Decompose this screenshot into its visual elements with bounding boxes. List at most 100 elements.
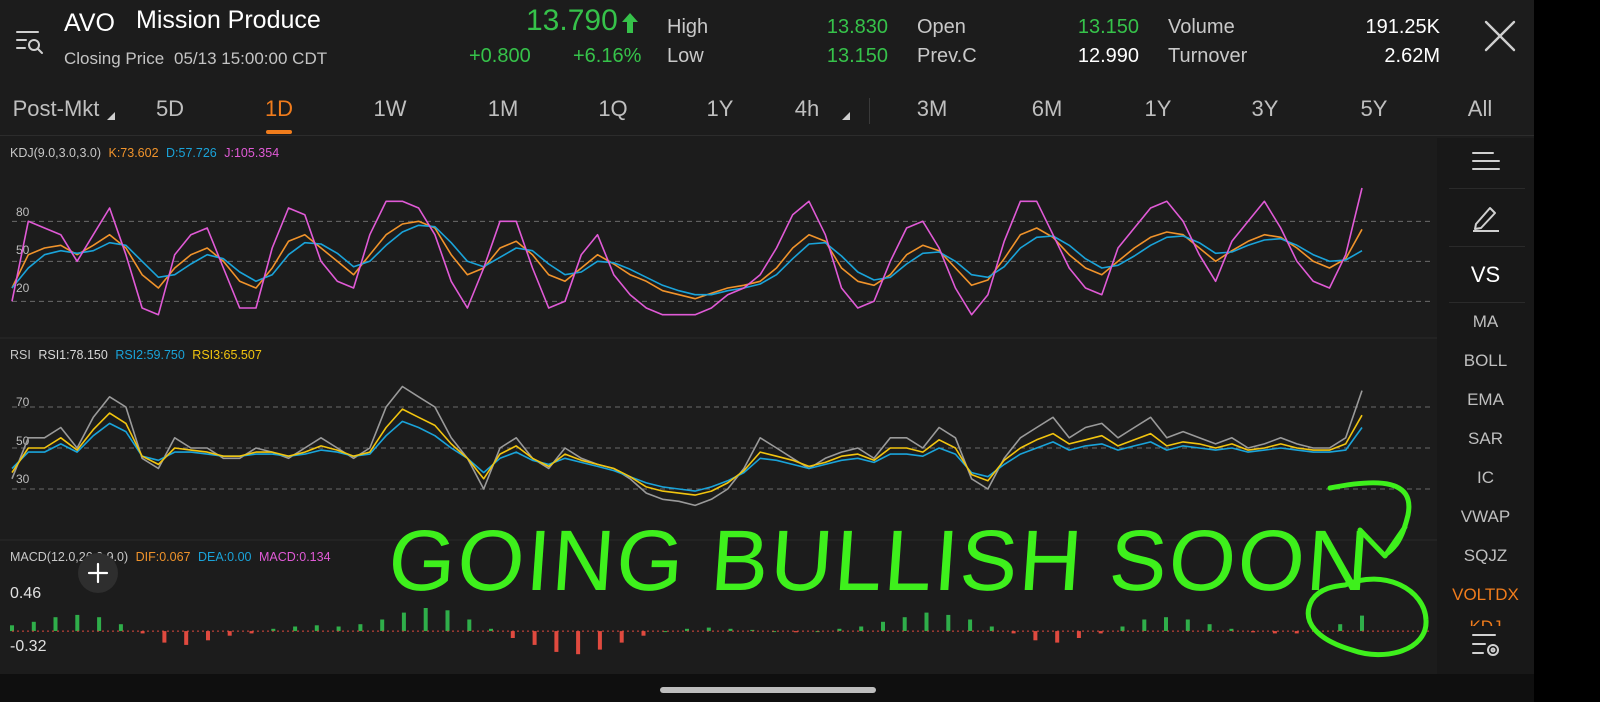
macd-histogram-bar	[31, 621, 36, 631]
macd-histogram-bar	[924, 612, 929, 632]
tab-4h[interactable]: 4h	[795, 96, 819, 122]
macd-histogram-bar	[902, 617, 907, 631]
macd-histogram-bar	[423, 608, 428, 632]
prev-close-label: Prev.C	[917, 45, 977, 67]
high-value: 13.830	[826, 16, 888, 38]
rsi-line-rsi2	[11, 420, 1363, 492]
ticker-symbol: AVO	[64, 9, 115, 37]
indicator-boll[interactable]: BOLL	[1437, 351, 1534, 371]
indicator-chart-canvas[interactable]	[0, 138, 1437, 674]
macd-histogram-bar	[1338, 624, 1343, 632]
macd-histogram-bar	[358, 624, 363, 632]
low-label: Low	[667, 45, 704, 67]
low-value: 13.150	[826, 45, 888, 67]
macd-histogram-bar	[1120, 626, 1125, 632]
macd-histogram-bar	[162, 631, 167, 643]
tab-1w[interactable]: 1W	[374, 96, 407, 122]
macd-histogram-bar	[510, 631, 515, 638]
indicator-sar[interactable]: SAR	[1437, 429, 1534, 449]
macd-histogram-bar	[97, 617, 102, 631]
menu-search-icon[interactable]	[16, 28, 44, 56]
high-label: High	[667, 16, 709, 38]
tab-1d[interactable]: 1D	[265, 96, 293, 122]
tab-5y[interactable]: 5Y	[1361, 96, 1388, 122]
macd-histogram-bar	[1207, 624, 1212, 632]
tab-1q[interactable]: 1Q	[598, 96, 627, 122]
macd-histogram-bar	[576, 631, 581, 655]
tab-3y[interactable]: 3Y	[1252, 96, 1279, 122]
macd-histogram-bar	[619, 631, 624, 643]
turnover-value: 2.62M	[1384, 45, 1440, 67]
macd-histogram-bar	[53, 617, 58, 631]
indicator-kdj[interactable]: KDJ	[1437, 617, 1534, 626]
macd-histogram-bar	[293, 626, 298, 632]
last-price: 13.790	[526, 4, 618, 37]
period-tabs: Post-Mkt 5D 1D 1W 1M 1Q 1Y 4h 3M 6M 1Y 3…	[0, 88, 1534, 134]
closing-price-label: Closing Price	[64, 49, 165, 68]
price-change: +0.800	[469, 45, 531, 67]
macd-histogram-bar	[1185, 619, 1190, 631]
tab-5d[interactable]: 5D	[156, 96, 184, 122]
sidebar-divider	[1449, 246, 1525, 247]
macd-histogram-bar	[946, 614, 951, 632]
company-name: Mission Produce	[136, 6, 321, 34]
compare-vs-button[interactable]: VS	[1437, 262, 1534, 288]
add-indicator-button[interactable]	[78, 553, 118, 593]
macd-histogram-bar	[1076, 631, 1081, 638]
macd-histogram-bar	[881, 621, 885, 631]
tab-1m[interactable]: 1M	[488, 96, 519, 122]
price-change-pct: +6.16%	[573, 45, 642, 67]
screen-edge	[1534, 0, 1600, 702]
indicator-ema[interactable]: EMA	[1437, 390, 1534, 410]
kdj-line-k	[11, 220, 1363, 300]
macd-histogram-bar	[445, 610, 450, 632]
tab-all[interactable]: All	[1468, 96, 1492, 122]
tab-4h-dropdown-icon	[842, 112, 850, 120]
tab-3m[interactable]: 3M	[917, 96, 948, 122]
tab-post-mkt-dropdown-icon	[107, 112, 115, 120]
quote-header: AVO Mission Produce Closing Price 05/13 …	[0, 0, 1534, 86]
open-value: 13.150	[1077, 16, 1139, 38]
tab-6m[interactable]: 6M	[1032, 96, 1063, 122]
macd-histogram-bar	[597, 631, 602, 650]
indicator-charts: KDJ(9.0,3.0,3.0) K:73.602 D:57.726 J:105…	[0, 138, 1437, 674]
indicator-list-icon[interactable]	[1471, 150, 1501, 172]
active-tab-indicator	[266, 130, 292, 134]
macd-histogram-bar	[227, 631, 232, 636]
macd-histogram-bar	[467, 619, 472, 631]
tab-divider	[869, 98, 870, 124]
macd-histogram-bar	[1055, 631, 1060, 643]
sidebar-divider	[1449, 188, 1525, 189]
indicator-settings-icon[interactable]	[1471, 632, 1501, 660]
turnover-label: Turnover	[1168, 45, 1248, 67]
macd-histogram-bar	[314, 625, 319, 632]
macd-histogram-bar	[206, 631, 210, 641]
home-indicator[interactable]	[660, 687, 876, 693]
macd-histogram-bar	[1360, 615, 1364, 632]
volume-value: 191.25K	[1365, 16, 1440, 38]
macd-histogram-bar	[336, 626, 341, 632]
macd-histogram-bar	[401, 612, 406, 632]
tab-post-mkt[interactable]: Post-Mkt	[13, 96, 100, 122]
indicator-ic[interactable]: IC	[1437, 468, 1534, 488]
app-window: AVO Mission Produce Closing Price 05/13 …	[0, 0, 1534, 702]
macd-histogram-bar	[641, 631, 646, 636]
plus-icon	[87, 562, 109, 584]
indicator-vwap[interactable]: VWAP	[1437, 507, 1534, 527]
indicator-sqjz[interactable]: SQJZ	[1437, 546, 1534, 566]
volume-label: Volume	[1168, 16, 1235, 38]
close-icon[interactable]	[1484, 20, 1516, 52]
tab-1y[interactable]: 1Y	[1145, 96, 1172, 122]
tab-1y-intraday[interactable]: 1Y	[707, 96, 734, 122]
macd-histogram-bar	[554, 631, 559, 652]
sidebar-divider	[1449, 302, 1525, 303]
macd-histogram-bar	[184, 631, 189, 645]
macd-histogram-bar	[968, 619, 973, 631]
indicator-voltdx[interactable]: VOLTDX	[1437, 585, 1534, 605]
prev-close-value: 12.990	[1077, 45, 1139, 67]
draw-pencil-icon[interactable]	[1471, 202, 1501, 232]
macd-histogram-bar	[1142, 619, 1147, 631]
indicator-ma[interactable]: MA	[1437, 312, 1534, 332]
kdj-line-j	[11, 187, 1363, 316]
tabs-divider	[0, 135, 1534, 136]
